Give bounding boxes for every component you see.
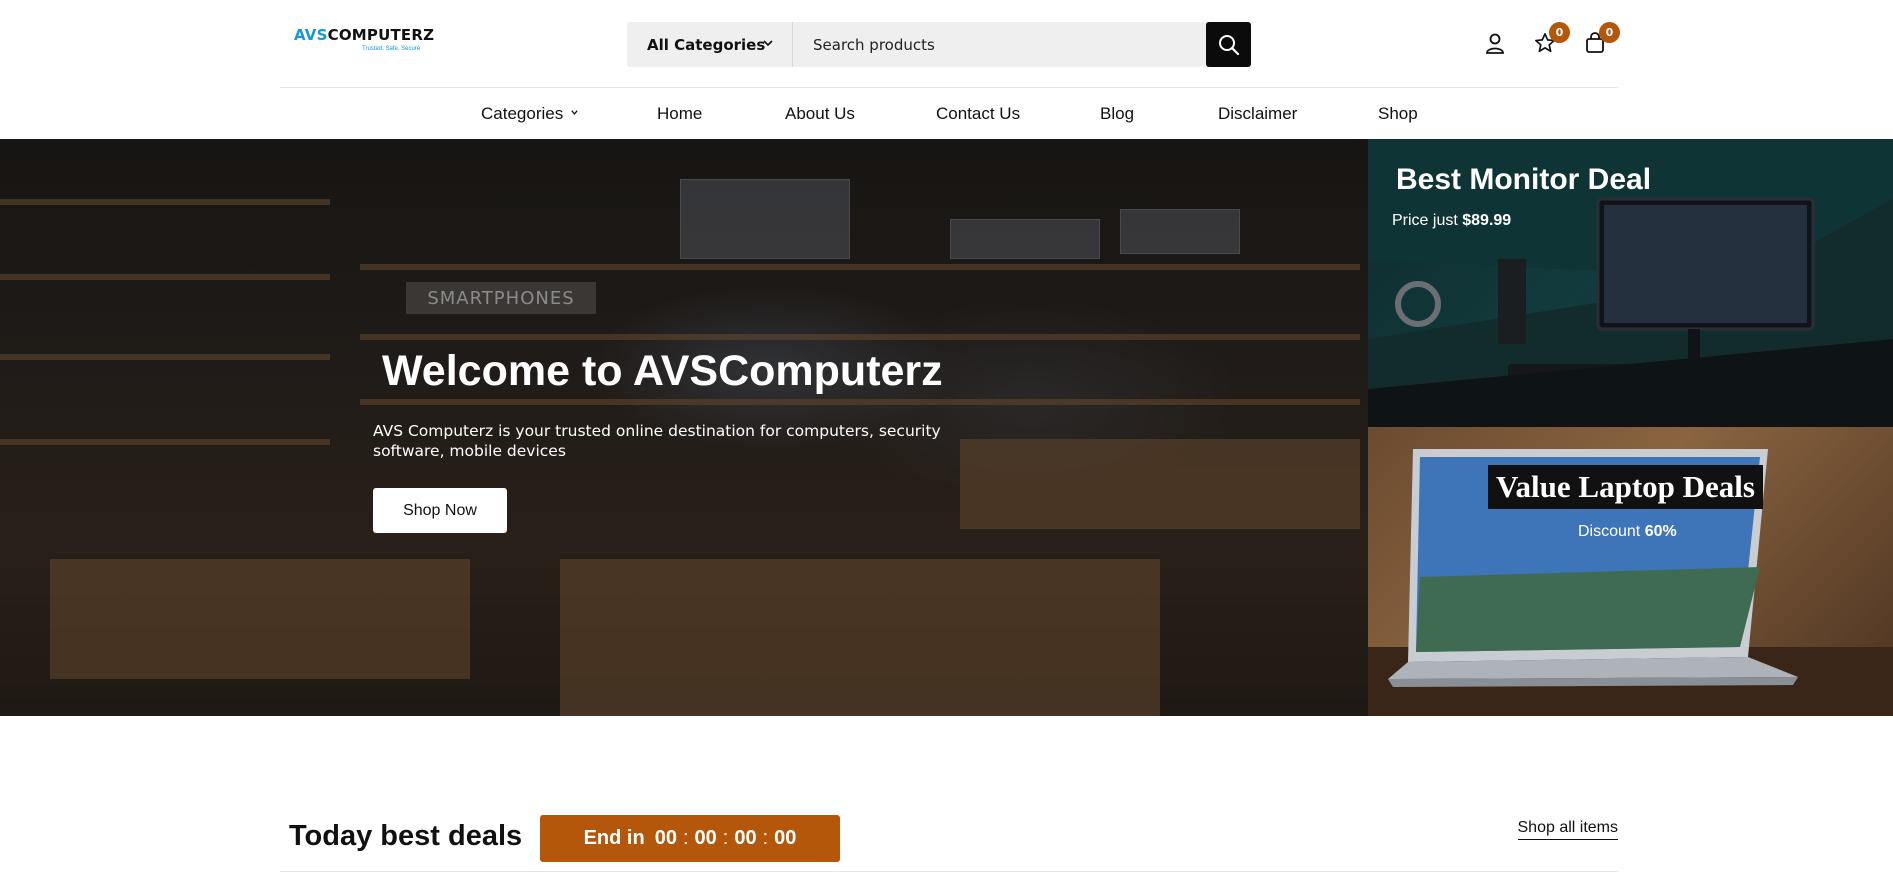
user-icon xyxy=(1486,33,1504,54)
chevron-down-icon xyxy=(571,110,578,115)
promo-card-laptop[interactable]: Value Laptop Deals Discount 60% xyxy=(1368,427,1893,716)
cart-button[interactable]: 0 xyxy=(1582,22,1620,56)
category-select-label: All Categories xyxy=(647,35,766,54)
hero-description: AVS Computerz is your trusted online des… xyxy=(373,422,941,460)
countdown-timer: End in 00 : 00 : 00 : 00 xyxy=(540,815,840,862)
nav-item-categories[interactable]: Categories xyxy=(481,104,579,124)
promo-laptop-title: Value Laptop Deals xyxy=(1488,465,1763,509)
promo-card-monitor[interactable]: Best Monitor Deal Price just $89.99 xyxy=(1368,139,1893,427)
search-bar: All Categories xyxy=(627,22,1251,67)
nav-item-contact[interactable]: Contact Us xyxy=(936,104,1020,124)
search-icon xyxy=(1218,34,1239,55)
main-nav: Categories Home About Us Contact Us Blog… xyxy=(0,88,1893,139)
nav-item-about[interactable]: About Us xyxy=(785,104,855,124)
promo-laptop-discount: Discount 60% xyxy=(1578,523,1677,540)
deals-section-header: Today best deals End in 00 : 00 : 00 : 0… xyxy=(280,800,1618,872)
cart-count-badge: 0 xyxy=(1599,22,1620,43)
search-button[interactable] xyxy=(1206,22,1251,67)
logo[interactable]: AVSCOMPUTERZ Trusted, Safe, Secure xyxy=(294,26,435,58)
account-button[interactable] xyxy=(1482,30,1508,56)
category-select[interactable]: All Categories xyxy=(627,22,793,67)
countdown-label: End in xyxy=(583,827,645,849)
nav-item-shop[interactable]: Shop xyxy=(1378,104,1418,124)
wishlist-button[interactable]: 0 xyxy=(1532,22,1570,56)
deals-title: Today best deals xyxy=(289,820,523,852)
site-header: AVSCOMPUTERZ Trusted, Safe, Secure All C… xyxy=(280,0,1620,88)
nav-item-blog[interactable]: Blog xyxy=(1100,104,1134,124)
hero-banner: SMARTPHONES Welcome to AVSComputerz AVS … xyxy=(0,139,1368,716)
search-input[interactable] xyxy=(793,22,1223,67)
countdown-minutes: 00 xyxy=(734,827,757,849)
chevron-down-icon xyxy=(763,40,773,47)
logo-text: AVSCOMPUTERZ xyxy=(294,26,435,44)
nav-item-home[interactable]: Home xyxy=(657,104,702,124)
countdown-days: 00 xyxy=(654,827,677,849)
hero-title: Welcome to AVSComputerz xyxy=(382,347,943,395)
promo-monitor-price: Price just $89.99 xyxy=(1392,212,1512,229)
wishlist-count-badge: 0 xyxy=(1549,22,1570,43)
shop-now-button[interactable]: Shop Now xyxy=(373,488,507,533)
logo-tagline: Trusted, Safe, Secure xyxy=(362,46,421,52)
shop-all-items-link[interactable]: Shop all items xyxy=(1517,819,1618,840)
nav-item-disclaimer[interactable]: Disclaimer xyxy=(1218,104,1297,124)
countdown-seconds: 00 xyxy=(774,827,797,849)
promo-monitor-title: Best Monitor Deal xyxy=(1396,163,1652,196)
header-icons: 0 0 xyxy=(1482,22,1622,60)
countdown-hours: 00 xyxy=(694,827,717,849)
